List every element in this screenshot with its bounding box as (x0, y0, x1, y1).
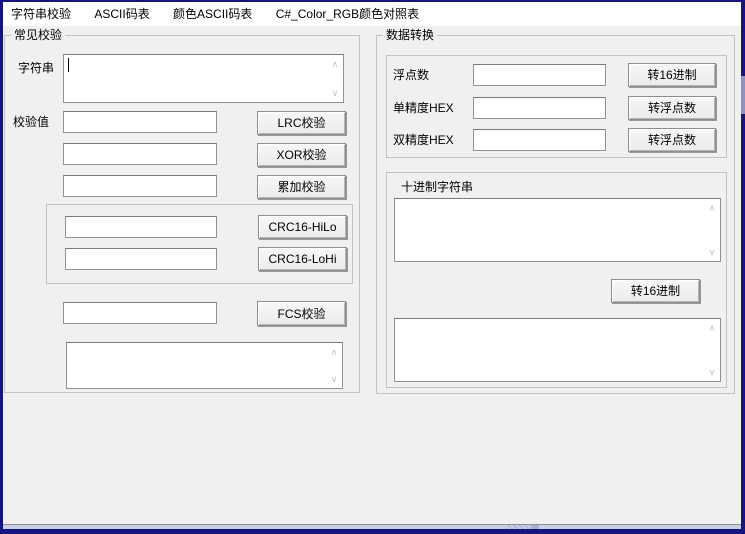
decimal-string-label: 十进制字符串 (401, 180, 474, 194)
menu-bar: 字符串校验 ASCII码表 颜色ASCII码表 C#_Color_RGB颜色对照… (3, 2, 741, 26)
group-common-checksum-title: 常见校验 (11, 28, 66, 42)
menu-item-ascii-table[interactable]: ASCII码表 (84, 2, 159, 26)
decimal-textarea-wrap: ∧ ∨ (394, 198, 721, 262)
window-border-top (0, 0, 745, 2)
text-caret (68, 58, 69, 72)
crc16-lohi-button[interactable]: CRC16-LoHi (258, 247, 347, 271)
float-input[interactable] (473, 64, 606, 86)
xor-check-button[interactable]: XOR校验 (257, 143, 346, 167)
hex-result-output[interactable] (394, 318, 721, 382)
double-hex-input[interactable] (473, 129, 606, 151)
single-hex-label: 单精度HEX (393, 101, 454, 115)
menu-item-csharp-color-rgb-table[interactable]: C#_Color_RGB颜色对照表 (266, 2, 429, 26)
menu-item-color-ascii-table[interactable]: 颜色ASCII码表 (163, 2, 262, 26)
result-textarea-wrap: ∧ ∨ (66, 342, 343, 389)
check-value-label: 校验值 (13, 115, 50, 129)
checksum-result-output[interactable] (66, 342, 343, 389)
group-data-conversion-title: 数据转换 (383, 28, 438, 42)
window-border-left (0, 0, 3, 534)
fcs-check-button[interactable]: FCS校验 (257, 301, 346, 326)
double-hex-to-float-button[interactable]: 转浮点数 (628, 128, 716, 152)
float-label: 浮点数 (393, 68, 430, 82)
fcs-input[interactable] (63, 302, 217, 324)
checksum-input-3[interactable] (63, 175, 217, 197)
double-hex-label: 双精度HEX (393, 133, 454, 147)
hex-result-textarea-wrap: ∧ ∨ (394, 318, 721, 382)
decimal-string-panel: 十进制字符串 ∧ ∨ 转16进制 ∧ ∨ (386, 172, 727, 388)
app-window: 字符串校验 ASCII码表 颜色ASCII码表 C#_Color_RGB颜色对照… (0, 0, 745, 534)
crc16-hilo-button[interactable]: CRC16-HiLo (258, 215, 347, 239)
window-border-bottom (0, 529, 745, 534)
checksum-input-1[interactable] (63, 111, 217, 133)
decimal-string-input[interactable] (394, 198, 721, 262)
string-input[interactable] (63, 54, 344, 103)
single-hex-input[interactable] (473, 97, 606, 119)
float-to-hex-button[interactable]: 转16进制 (628, 63, 716, 87)
float-conversion-panel: 浮点数 转16进制 单精度HEX 转浮点数 双精度HEX 转浮点数 (386, 55, 727, 158)
single-hex-to-float-button[interactable]: 转浮点数 (628, 96, 716, 120)
decimal-to-hex-button[interactable]: 转16进制 (611, 279, 700, 303)
right-scrollbar-thumb[interactable] (741, 76, 745, 114)
group-common-checksum: 常见校验 字符串 ∧ ∨ 校验值 LRC校验 XOR校验 累加校验 CRC16-… (4, 28, 360, 393)
string-label: 字符串 (18, 61, 55, 75)
menu-item-string-check[interactable]: 字符串校验 (3, 2, 81, 26)
sum-check-button[interactable]: 累加校验 (257, 175, 346, 199)
crc16-panel: CRC16-HiLo CRC16-LoHi (46, 204, 353, 284)
crc16-input-2[interactable] (65, 248, 217, 270)
group-data-conversion: 数据转换 浮点数 转16进制 单精度HEX 转浮点数 双精度HEX 转浮点数 十… (376, 28, 735, 394)
lrc-check-button[interactable]: LRC校验 (257, 111, 346, 135)
checksum-input-2[interactable] (63, 143, 217, 165)
crc16-input-1[interactable] (65, 216, 217, 238)
string-textarea-wrap: ∧ ∨ (63, 54, 344, 103)
